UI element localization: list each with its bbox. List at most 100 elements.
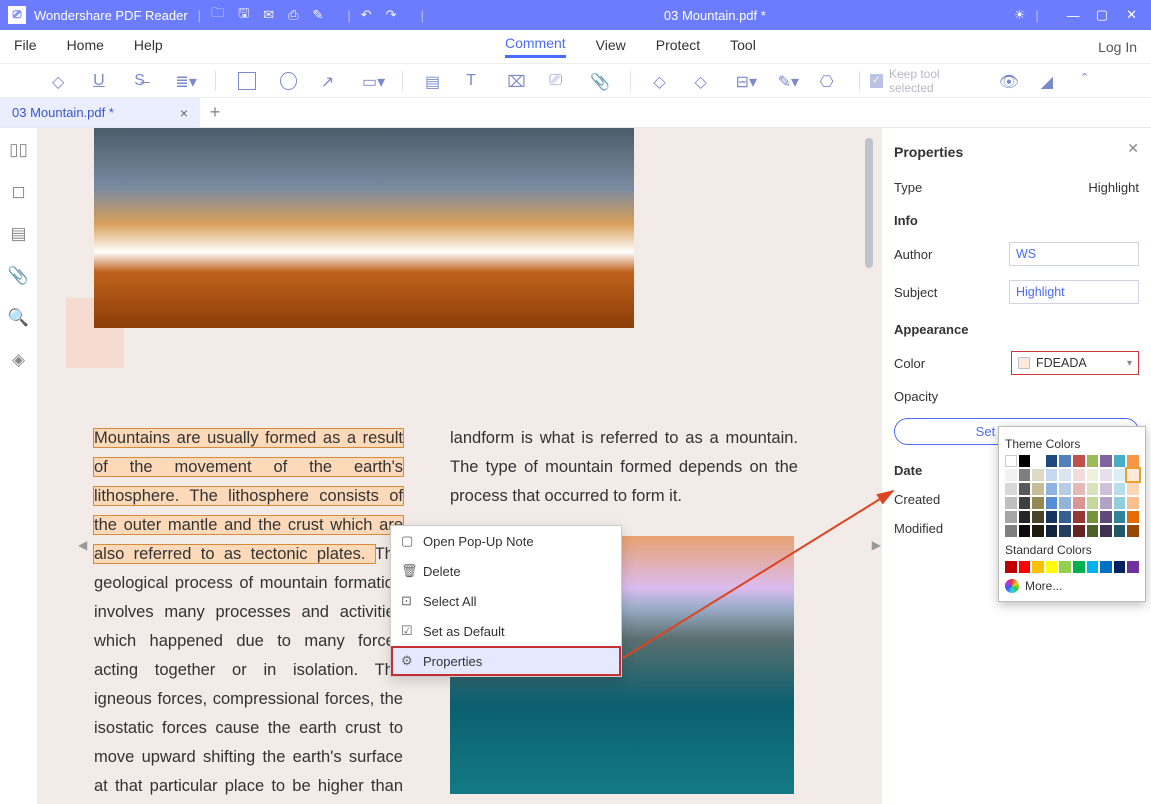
stamp2-tool-icon[interactable]: ⎔ [820,72,837,90]
underline-tool-icon[interactable]: U [93,72,110,90]
ctx-properties[interactable]: ⚙Properties [391,646,621,676]
color-swatch[interactable] [1005,561,1017,573]
color-swatch[interactable] [1100,483,1112,495]
color-swatch[interactable] [1100,469,1112,481]
attachments-icon[interactable]: 📎 [8,266,29,286]
close-window-icon[interactable]: ✕ [1126,7,1137,23]
color-swatch[interactable] [1127,497,1139,509]
color-swatch[interactable] [1100,511,1112,523]
ctx-select-all[interactable]: ⊡Select All [391,586,621,616]
stamp-tool-icon[interactable]: ⊟▾ [736,72,754,90]
color-swatch[interactable] [1046,525,1058,537]
color-swatch[interactable] [1046,469,1058,481]
color-swatch[interactable] [1059,525,1071,537]
minimize-icon[interactable]: — [1067,8,1078,23]
oval-tool-icon[interactable] [280,72,297,90]
menu-help[interactable]: Help [134,37,163,57]
textbox-tool-icon[interactable]: ⌧ [507,72,525,90]
show-comments-icon[interactable]: 👁 [999,72,1017,90]
eraser-tool-icon[interactable]: ◇ [653,72,670,90]
color-swatch[interactable] [1019,455,1031,467]
document-tab[interactable]: 03 Mountain.pdf * × [0,98,200,127]
menu-protect[interactable]: Protect [656,37,700,57]
callout-tool-icon[interactable]: ⎚ [549,72,566,90]
color-swatch-selected[interactable] [1127,469,1139,481]
collapse-toolbar-icon[interactable]: ˆ [1082,72,1099,90]
color-swatch[interactable] [1100,455,1112,467]
color-swatch[interactable] [1005,525,1017,537]
color-swatch[interactable] [1046,455,1058,467]
color-swatch[interactable] [1127,525,1139,537]
color-swatch[interactable] [1087,525,1099,537]
print-icon[interactable]: ⎙ [288,7,298,23]
theme-icon[interactable]: ☀ [1014,7,1026,23]
color-swatch[interactable] [1019,525,1031,537]
color-swatch[interactable] [1019,511,1031,523]
bookmark-icon[interactable]: ◻ [11,182,25,202]
color-swatch[interactable] [1019,497,1031,509]
color-swatch[interactable] [1114,525,1126,537]
prev-page-icon[interactable]: ◀ [78,538,87,552]
strikethrough-tool-icon[interactable]: S̶ [134,72,151,90]
next-page-icon[interactable]: ▶ [872,538,881,552]
email-icon[interactable]: ✉ [263,7,274,23]
color-swatch[interactable] [1127,455,1139,467]
highlight-tool-icon[interactable]: ◇ [52,72,69,90]
color-swatch[interactable] [1087,497,1099,509]
color-swatch[interactable] [1059,497,1071,509]
color-swatch[interactable] [1100,561,1112,573]
open-folder-icon[interactable]: 🗀 [211,4,224,26]
color-swatch[interactable] [1073,525,1085,537]
author-input[interactable] [1009,242,1139,266]
menu-comment[interactable]: Comment [505,35,566,58]
save-icon[interactable]: 🖫 [238,4,249,26]
color-swatch[interactable] [1019,561,1031,573]
login-link[interactable]: Log In [1098,39,1137,55]
color-swatch[interactable] [1019,469,1031,481]
new-tab-button[interactable]: + [200,98,230,127]
color-swatch[interactable] [1032,525,1044,537]
color-swatch[interactable] [1059,469,1071,481]
ctx-delete[interactable]: 🗑Delete [391,556,621,586]
color-swatch[interactable] [1087,483,1099,495]
text-tool-icon[interactable]: T [466,72,483,90]
highlighted-text[interactable]: Mountains are usually formed as a result… [94,429,403,563]
color-swatch[interactable] [1114,511,1126,523]
color-swatch[interactable] [1114,497,1126,509]
color-dropdown[interactable]: FDEADA ▾ [1011,351,1139,375]
scrollbar[interactable] [865,138,873,268]
color-swatch[interactable] [1073,483,1085,495]
color-swatch[interactable] [1073,469,1085,481]
color-swatch[interactable] [1046,511,1058,523]
color-swatch[interactable] [1032,497,1044,509]
more-colors-button[interactable]: More... [1005,579,1139,593]
color-swatch[interactable] [1100,525,1112,537]
color-swatch[interactable] [1005,469,1017,481]
menu-view[interactable]: View [596,37,626,57]
menu-tool[interactable]: Tool [730,37,756,57]
eraser-icon[interactable]: ◢ [1041,72,1058,90]
color-swatch[interactable] [1114,455,1126,467]
color-swatch[interactable] [1087,455,1099,467]
color-swatch[interactable] [1019,483,1031,495]
close-tab-icon[interactable]: × [180,105,188,121]
color-swatch[interactable] [1059,455,1071,467]
arrow-tool-icon[interactable]: ↗ [321,72,338,90]
color-swatch[interactable] [1127,483,1139,495]
color-swatch[interactable] [1087,511,1099,523]
color-swatch[interactable] [1059,561,1071,573]
attach-tool-icon[interactable]: 📎 [590,72,608,90]
color-swatch[interactable] [1073,455,1085,467]
color-swatch[interactable] [1127,561,1139,573]
color-swatch[interactable] [1032,561,1044,573]
menu-file[interactable]: File [14,37,37,57]
color-swatch[interactable] [1114,469,1126,481]
color-swatch[interactable] [1046,483,1058,495]
note-tool-icon[interactable]: ▤ [425,72,442,90]
list-tool-icon[interactable]: ≣▾ [175,72,193,90]
subject-input[interactable] [1009,280,1139,304]
rectangle-tool-icon[interactable] [238,72,255,90]
color-swatch[interactable] [1114,561,1126,573]
color-swatch[interactable] [1073,497,1085,509]
color-swatch[interactable] [1073,511,1085,523]
